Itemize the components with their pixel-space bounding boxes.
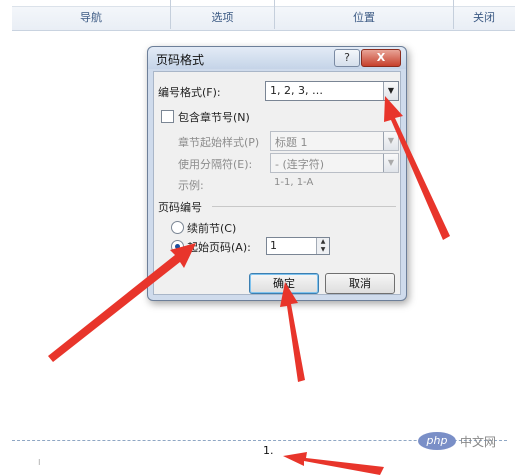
- number-format-select[interactable]: 1, 2, 3, … ▼: [265, 81, 399, 101]
- start-at-value: 1: [270, 239, 277, 252]
- ribbon-group-label: 关闭: [473, 11, 495, 24]
- chevron-down-icon[interactable]: ▼: [383, 132, 398, 150]
- chevron-down-icon[interactable]: ▼: [383, 82, 398, 100]
- cancel-button[interactable]: 取消: [325, 273, 395, 294]
- dialog-title: 页码格式: [156, 53, 205, 67]
- continue-previous-label: 续前节(C): [187, 222, 237, 235]
- ribbon-group-label: 选项: [211, 11, 234, 24]
- php-logo: php: [418, 432, 456, 450]
- dialog-client-area: 编号格式(F): 1, 2, 3, … ▼ 包含章节号(N) 章节起始样式(P)…: [153, 71, 401, 295]
- separator-select[interactable]: - (连字符) ▼: [270, 153, 399, 173]
- help-button[interactable]: ?: [334, 49, 360, 67]
- close-button[interactable]: X: [361, 49, 401, 67]
- ribbon-group-close[interactable]: 关闭: [454, 0, 514, 29]
- paragraph-mark: ⁝: [38, 458, 41, 467]
- page-number-field[interactable]: 1.: [263, 444, 274, 457]
- watermark: php 中文网: [418, 430, 508, 452]
- start-at-radio[interactable]: [171, 240, 184, 253]
- include-chapter-checkbox[interactable]: [161, 110, 174, 123]
- separator-label: 使用分隔符(E):: [178, 158, 253, 171]
- ribbon-group-navigation[interactable]: 导航: [12, 0, 171, 29]
- ok-button[interactable]: 确定: [249, 273, 319, 294]
- continue-previous-radio[interactable]: [171, 221, 184, 234]
- page-number-format-dialog: 页码格式 ? X 编号格式(F): 1, 2, 3, … ▼ 包含章节号(N) …: [147, 46, 407, 301]
- separator-value: - (连字符): [275, 158, 325, 171]
- watermark-text: 中文网: [460, 435, 497, 449]
- number-format-value: 1, 2, 3, …: [270, 84, 323, 97]
- dialog-titlebar[interactable]: 页码格式 ? X: [148, 47, 406, 69]
- ribbon-group-label: 导航: [80, 11, 102, 24]
- example-label: 示例:: [178, 179, 204, 192]
- chapter-style-label: 章节起始样式(P): [178, 136, 260, 149]
- chapter-style-select[interactable]: 标题 1 ▼: [270, 131, 399, 151]
- group-divider: [212, 206, 396, 207]
- ribbon-group-position[interactable]: 位置: [275, 0, 454, 29]
- page-numbering-group-label: 页码编号: [158, 201, 202, 214]
- ribbon-group-options[interactable]: 选项: [171, 0, 275, 29]
- chapter-style-value: 标题 1: [275, 136, 308, 149]
- chevron-down-icon[interactable]: ▼: [383, 154, 398, 172]
- include-chapter-label: 包含章节号(N): [178, 111, 250, 124]
- spin-arrows-icon[interactable]: ▲ ▼: [316, 238, 329, 254]
- arrow-icon: [283, 452, 384, 475]
- start-at-stepper[interactable]: 1 ▲ ▼: [266, 237, 330, 255]
- start-at-label: 起始页码(A):: [187, 241, 251, 254]
- ribbon-bar: 导航 选项 位置 关闭: [12, 0, 515, 31]
- number-format-label: 编号格式(F):: [158, 86, 221, 99]
- ribbon-group-label: 位置: [353, 11, 375, 24]
- example-value: 1-1, 1-A: [274, 177, 314, 188]
